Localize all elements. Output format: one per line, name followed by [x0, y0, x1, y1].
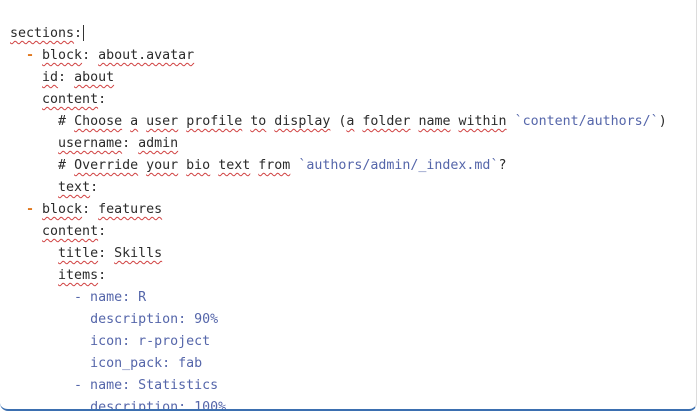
code-line[interactable]: - name: Statistics [10, 375, 696, 397]
comment-word: your [146, 158, 179, 173]
yaml-key: sections [10, 26, 75, 41]
code-line[interactable]: icon_pack: fab [10, 353, 696, 375]
code-line[interactable]: title: Skills [10, 243, 696, 265]
yaml-key: username [58, 136, 123, 151]
yaml-text: icon: r-project [90, 334, 211, 349]
yaml-key: block [42, 48, 83, 63]
yaml-key: items [58, 268, 99, 283]
yaml-value: about.avatar [98, 48, 195, 63]
code-line[interactable]: content: [10, 221, 696, 243]
comment-word: from [258, 158, 291, 173]
code-line[interactable]: description: 90% [10, 309, 696, 331]
inline-code: `authors/admin/_index.md` [298, 158, 499, 173]
comment-word: within [458, 114, 507, 129]
code-line[interactable]: items: [10, 265, 696, 287]
text-cursor [83, 25, 85, 41]
yaml-key: id [42, 70, 59, 85]
comment-word: user [146, 114, 179, 129]
code-editor[interactable]: sections: - block: about.avatar id: abou… [10, 23, 696, 409]
code-line[interactable]: text: [10, 177, 696, 199]
inline-code: `content/authors/` [514, 114, 659, 129]
comment-word: a [130, 114, 139, 129]
comment-hash: # [58, 114, 75, 129]
list-dash: - [26, 48, 43, 63]
comment-word: display [274, 114, 331, 129]
yaml-key: content [42, 224, 99, 239]
yaml-text: icon_pack: fab [90, 356, 203, 371]
comment-hash: # [58, 158, 75, 173]
comment-word: profile [186, 114, 243, 129]
code-line[interactable]: - block: about.avatar [10, 45, 696, 67]
editor-window: sections: - block: about.avatar id: abou… [0, 0, 697, 411]
code-line[interactable]: # Override your bio text from `authors/a… [10, 155, 696, 177]
comment-word: Override [74, 158, 139, 173]
yaml-key: title [58, 246, 99, 261]
code-line[interactable]: username: admin [10, 133, 696, 155]
code-line[interactable]: id: about [10, 67, 696, 89]
list-dash: - [26, 202, 43, 217]
yaml-key: text [58, 180, 91, 195]
code-line[interactable]: icon: r-project [10, 331, 696, 353]
comment-word: a [346, 114, 355, 129]
code-line[interactable]: # Choose a user profile to display (a fo… [10, 111, 696, 133]
comment-word: to [250, 114, 267, 129]
yaml-value: admin [138, 136, 179, 151]
yaml-value: Skills [114, 246, 163, 261]
comment-word: text [218, 158, 251, 173]
comment-punct: ? [498, 158, 507, 173]
yaml-key: content [42, 92, 99, 107]
comment-paren: ) [658, 114, 667, 129]
code-line[interactable]: - block: features [10, 199, 696, 221]
code-line[interactable]: description: 100% [10, 397, 696, 411]
code-line[interactable]: sections: [10, 23, 696, 45]
yaml-text: - name: R [74, 290, 147, 305]
comment-word: Choose [74, 114, 123, 129]
comment-word: bio [186, 158, 211, 173]
yaml-text: description: 90% [90, 312, 219, 327]
yaml-value: features [98, 202, 163, 217]
yaml-key: block [42, 202, 83, 217]
yaml-text: - name: Statistics [74, 378, 219, 393]
code-line[interactable]: content: [10, 89, 696, 111]
comment-word: folder [362, 114, 411, 129]
code-line[interactable]: - name: R [10, 287, 696, 309]
yaml-text: description: 100% [90, 400, 227, 411]
yaml-value: about [74, 70, 115, 85]
comment-word: name [418, 114, 451, 129]
